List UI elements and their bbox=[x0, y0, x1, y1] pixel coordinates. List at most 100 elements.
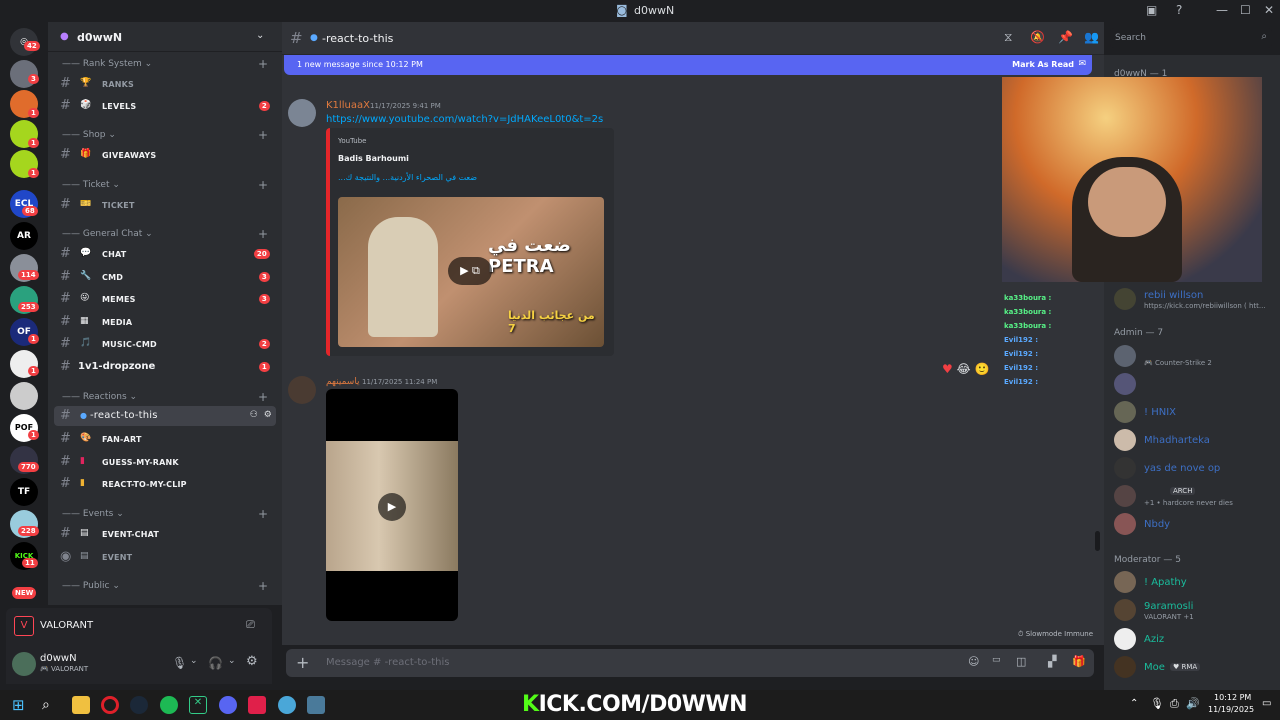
play-icon[interactable]: ▶ ⧉ bbox=[448, 257, 492, 285]
member-item[interactable] bbox=[1114, 373, 1274, 397]
category-shop[interactable]: —— Shop ⌄ + bbox=[62, 128, 268, 142]
mark-as-read-button[interactable]: Mark As Read bbox=[1012, 60, 1074, 69]
message-link[interactable]: https://www.youtube.com/watch?v=JdHAKeeL… bbox=[326, 114, 603, 125]
server-icon[interactable]: TF bbox=[10, 478, 38, 506]
scrollbar[interactable] bbox=[1095, 531, 1100, 551]
file-explorer-icon[interactable] bbox=[72, 696, 90, 714]
search-icon[interactable]: ⌕ bbox=[42, 696, 60, 714]
category-public[interactable]: —— Public ⌄ + bbox=[62, 579, 268, 593]
member-item[interactable]: Mhadharteka bbox=[1114, 429, 1274, 453]
channel-ticket[interactable]: # 🎫 TICKET bbox=[54, 195, 276, 215]
chevron-down-icon[interactable]: ⌄ bbox=[228, 656, 236, 666]
settings-gear-icon[interactable]: ⚙ bbox=[246, 654, 258, 669]
message-author[interactable]: K1lluaaX bbox=[326, 100, 370, 111]
message-input[interactable]: Message # -react-to-this bbox=[326, 657, 449, 668]
tray-expand-icon[interactable]: ⌃ bbox=[1130, 698, 1138, 709]
channel-giveaways[interactable]: # 🎁 GIVEAWAYS bbox=[54, 145, 276, 165]
video-attachment[interactable]: ▶ bbox=[326, 389, 458, 621]
channel-react-to-this[interactable]: # ● -react-to-this ⚙ ⚇ bbox=[54, 406, 276, 426]
channel-cmd[interactable]: # 🔧 CMD 3 bbox=[54, 267, 276, 287]
inbox-icon[interactable]: ▣ bbox=[1146, 3, 1157, 17]
minimize-icon[interactable]: — bbox=[1216, 3, 1228, 17]
channel-fan-art[interactable]: # 🎨 FAN-ART bbox=[54, 429, 276, 449]
channel-event-chat[interactable]: # ▤ EVENT-CHAT bbox=[54, 524, 276, 544]
close-icon[interactable]: ✕ bbox=[1264, 3, 1274, 17]
new-messages-banner[interactable]: 1 new message since 10:12 PM Mark As Rea… bbox=[284, 55, 1092, 75]
volume-icon[interactable]: 🔊 bbox=[1186, 697, 1200, 710]
threads-icon[interactable]: ⧖ bbox=[1004, 30, 1012, 45]
clock-date[interactable]: 11/19/2025 bbox=[1208, 705, 1254, 714]
member-item[interactable]: Aziz bbox=[1114, 628, 1274, 652]
xbox-icon[interactable]: ✕ bbox=[189, 696, 207, 714]
message-author[interactable]: ياسمينهم bbox=[326, 377, 360, 387]
member-item[interactable]: ! HNIX bbox=[1114, 401, 1274, 425]
help-icon[interactable]: ? bbox=[1176, 3, 1182, 17]
member-item[interactable]: 🎮 Counter-Strike 2 bbox=[1114, 345, 1274, 369]
member-item[interactable]: Moe ♥ RMA bbox=[1114, 656, 1274, 680]
add-channel-icon[interactable]: + bbox=[258, 507, 268, 521]
member-item[interactable]: Nbdy bbox=[1114, 513, 1274, 537]
channel-memes[interactable]: # 😜 MEMES 3 bbox=[54, 289, 276, 309]
guild-header[interactable]: ● d0wwN ⌄ bbox=[48, 22, 282, 52]
add-channel-icon[interactable]: + bbox=[258, 57, 268, 71]
smile-reaction-icon[interactable]: 🙂 bbox=[974, 362, 989, 376]
embed-title[interactable]: ضعت في الصحراء الأردنية... والنتيجة ك... bbox=[338, 173, 477, 182]
laugh-reaction-icon[interactable]: 😂 bbox=[957, 362, 971, 376]
server-icon[interactable]: AR bbox=[10, 222, 38, 250]
apps-icon[interactable]: ☺ bbox=[968, 655, 979, 668]
browser-icon[interactable] bbox=[278, 696, 296, 714]
member-item[interactable]: ! Apathy bbox=[1114, 571, 1274, 595]
clock-time[interactable]: 10:12 PM bbox=[1214, 693, 1251, 702]
member-item[interactable]: rebii willson https://kick.com/rebiiwills… bbox=[1114, 288, 1274, 312]
member-item[interactable]: 9aramosli VALORANT +1 bbox=[1114, 599, 1274, 623]
channel-react-to-my-clip[interactable]: # ▮ REACT-TO-MY-CLIP bbox=[54, 474, 276, 494]
network-icon[interactable]: ⎙ bbox=[1170, 697, 1179, 711]
mute-bell-icon[interactable]: 🔕 bbox=[1030, 30, 1045, 44]
category-ticket[interactable]: —— Ticket ⌄ + bbox=[62, 178, 268, 192]
windows-start-icon[interactable]: ⊞ bbox=[12, 696, 30, 714]
add-channel-icon[interactable]: + bbox=[258, 227, 268, 241]
avatar[interactable] bbox=[288, 99, 316, 127]
category-rank[interactable]: —— Rank System ⌄ + bbox=[62, 57, 268, 71]
microphone-icon[interactable]: 🎙 bbox=[172, 656, 187, 670]
channel-event[interactable]: ◉ ▤ EVENT bbox=[54, 547, 276, 567]
spotify-icon[interactable] bbox=[160, 696, 178, 714]
channel-media[interactable]: # ▦ MEDIA bbox=[54, 312, 276, 332]
play-icon[interactable]: ▶ bbox=[378, 493, 406, 521]
pin-icon[interactable]: 📌 bbox=[1058, 30, 1073, 44]
calculator-icon[interactable] bbox=[307, 696, 325, 714]
maximize-icon[interactable]: ☐ bbox=[1240, 3, 1251, 17]
search-input[interactable]: Search ⌕ bbox=[1110, 28, 1272, 48]
avatar[interactable] bbox=[12, 652, 36, 676]
channel-1v1-dropzone[interactable]: #1v1-dropzone 1 bbox=[54, 357, 276, 377]
category-events[interactable]: —— Events ⌄ + bbox=[62, 507, 268, 521]
microphone-icon[interactable]: 🎙 bbox=[1150, 697, 1164, 710]
discord-icon[interactable] bbox=[219, 696, 237, 714]
avatar[interactable] bbox=[288, 376, 316, 404]
channel-levels[interactable]: # 🎲 LEVELS 2 bbox=[54, 96, 276, 116]
embed-author[interactable]: Badis Barhoumi bbox=[338, 154, 409, 163]
category-reactions[interactable]: —— Reactions ⌄ + bbox=[62, 390, 268, 404]
channel-ranks[interactable]: # 🏆 RANKS bbox=[54, 74, 276, 94]
video-thumbnail[interactable]: ضعت في PETRA من عجائب الدنيا 7 ▶ ⧉ bbox=[338, 197, 604, 347]
members-list-icon[interactable]: 👥 bbox=[1084, 30, 1099, 44]
activities-icon[interactable]: ▞ bbox=[1048, 655, 1056, 668]
valorant-icon[interactable] bbox=[248, 696, 266, 714]
gif-icon[interactable]: ▭ bbox=[992, 655, 1001, 665]
channel-music-cmd[interactable]: # 🎵 MUSIC-CMD 2 bbox=[54, 334, 276, 354]
add-attachment-icon[interactable]: + bbox=[296, 653, 309, 672]
steam-icon[interactable] bbox=[130, 696, 148, 714]
opera-icon[interactable] bbox=[101, 696, 119, 714]
chevron-down-icon[interactable]: ⌄ bbox=[190, 656, 198, 666]
add-channel-icon[interactable]: + bbox=[258, 128, 268, 142]
add-channel-icon[interactable]: + bbox=[258, 390, 268, 404]
member-item[interactable]: ARCH +1 • hardcore never dies bbox=[1114, 485, 1274, 509]
channel-guess-my-rank[interactable]: # ▮ GUESS-MY-RANK bbox=[54, 452, 276, 472]
add-channel-icon[interactable]: + bbox=[258, 579, 268, 593]
server-icon[interactable] bbox=[10, 382, 38, 410]
settings-gear-icon[interactable]: ⚙ bbox=[264, 410, 272, 420]
add-channel-icon[interactable]: + bbox=[258, 178, 268, 192]
headphones-icon[interactable]: 🎧 bbox=[208, 656, 223, 670]
category-general[interactable]: —— General Chat ⌄ + bbox=[62, 227, 268, 241]
sticker-icon[interactable]: ◫ bbox=[1016, 655, 1026, 668]
